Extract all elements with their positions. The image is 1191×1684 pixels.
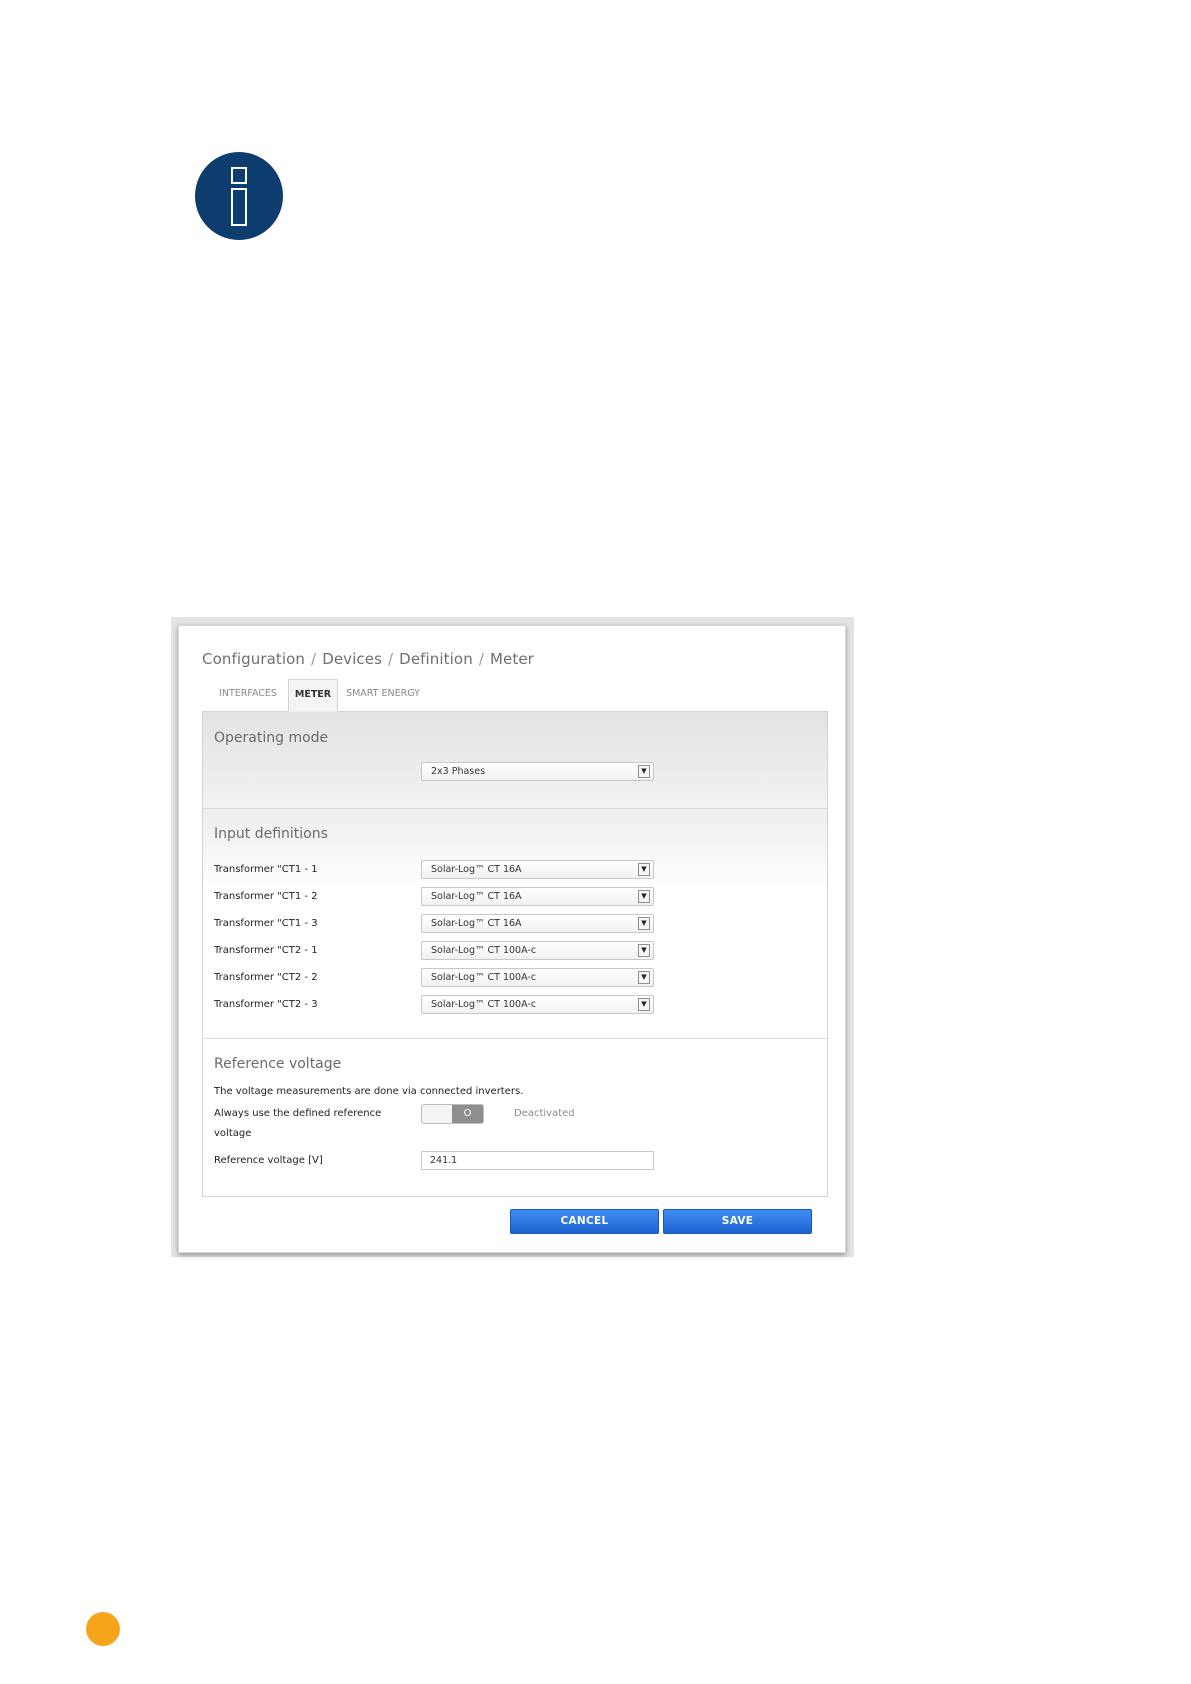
transformer-value: Solar-Log™ CT 16A	[431, 918, 522, 929]
operating-mode-value: 2x3 Phases	[431, 766, 486, 777]
dropdown-arrow-icon: ▼	[638, 998, 650, 1011]
breadcrumb-devices[interactable]: Devices	[322, 650, 382, 668]
transformer-value: Solar-Log™ CT 100A-c	[431, 999, 537, 1010]
cancel-button[interactable]: CANCEL	[510, 1209, 659, 1234]
tab-interfaces[interactable]: INTERFACES	[210, 679, 286, 711]
reference-voltage-section: Reference voltage The voltage measuremen…	[203, 1039, 827, 1196]
toggle-state-label: Deactivated	[514, 1108, 575, 1119]
transformer-select-ct1-3[interactable]: Solar-Log™ CT 16A ▼	[421, 914, 654, 933]
breadcrumb: Configuration / Devices / Definition / Meter	[202, 650, 534, 668]
transformer-select-ct2-3[interactable]: Solar-Log™ CT 100A-c ▼	[421, 995, 654, 1014]
info-icon	[195, 152, 283, 240]
transformer-label-ct1-3: Transformer "CT1 - 3	[214, 918, 318, 929]
transformer-select-ct1-1[interactable]: Solar-Log™ CT 16A ▼	[421, 860, 654, 879]
breadcrumb-definition[interactable]: Definition	[399, 650, 473, 668]
input-definitions-title: Input definitions	[214, 826, 328, 842]
breadcrumb-separator: /	[388, 650, 394, 668]
tab-meter[interactable]: METER	[288, 679, 338, 712]
transformer-label-ct1-2: Transformer "CT1 - 2	[214, 891, 318, 902]
transformer-value: Solar-Log™ CT 16A	[431, 891, 522, 902]
transformer-select-ct2-2[interactable]: Solar-Log™ CT 100A-c ▼	[421, 968, 654, 987]
dropdown-arrow-icon: ▼	[638, 944, 650, 957]
operating-mode-section: Operating mode 2x3 Phases ▼	[203, 712, 827, 809]
transformer-label-ct2-1: Transformer "CT2 - 1	[214, 945, 318, 956]
breadcrumb-separator: /	[478, 650, 484, 668]
transformer-select-ct1-2[interactable]: Solar-Log™ CT 16A ▼	[421, 887, 654, 906]
always-use-toggle[interactable]: O	[421, 1104, 484, 1124]
page-marker-dot	[86, 1612, 120, 1646]
tab-bar: INTERFACES METER SMART ENERGY	[202, 679, 826, 712]
dropdown-arrow-icon: ▼	[638, 765, 650, 778]
transformer-label-ct1-1: Transformer "CT1 - 1	[214, 864, 318, 875]
transformer-value: Solar-Log™ CT 16A	[431, 864, 522, 875]
transformer-value: Solar-Log™ CT 100A-c	[431, 945, 537, 956]
transformer-select-ct2-1[interactable]: Solar-Log™ CT 100A-c ▼	[421, 941, 654, 960]
reference-voltage-input[interactable]: 241.1	[421, 1151, 654, 1170]
info-icon-stem	[231, 188, 247, 226]
dropdown-arrow-icon: ▼	[638, 863, 650, 876]
reference-voltage-label: Reference voltage [V]	[214, 1155, 323, 1166]
breadcrumb-meter: Meter	[489, 650, 534, 668]
always-use-label: Always use the defined reference	[214, 1108, 382, 1119]
reference-voltage-note: The voltage measurements are done via co…	[214, 1086, 524, 1097]
screenshot-frame: Configuration / Devices / Definition / Meter I…	[171, 617, 854, 1257]
operating-mode-select[interactable]: 2x3 Phases ▼	[421, 762, 654, 781]
always-use-label-cont: voltage	[214, 1128, 252, 1139]
reference-voltage-title: Reference voltage	[214, 1056, 342, 1072]
transformer-label-ct2-2: Transformer "CT2 - 2	[214, 972, 318, 983]
transformer-value: Solar-Log™ CT 100A-c	[431, 972, 537, 983]
dropdown-arrow-icon: ▼	[638, 971, 650, 984]
dropdown-arrow-icon: ▼	[638, 917, 650, 930]
breadcrumb-separator: /	[311, 650, 317, 668]
tab-smart-energy[interactable]: SMART ENERGY	[342, 679, 424, 711]
toggle-off-icon: O	[452, 1105, 483, 1123]
input-definitions-section: Input definitions Transformer "CT1 - 1 S…	[203, 809, 827, 1039]
operating-mode-title: Operating mode	[214, 730, 329, 746]
meter-config-window: Configuration / Devices / Definition / Meter I…	[178, 625, 846, 1253]
save-button[interactable]: SAVE	[663, 1209, 812, 1234]
dropdown-arrow-icon: ▼	[638, 890, 650, 903]
breadcrumb-configuration[interactable]: Configuration	[202, 650, 305, 668]
transformer-label-ct2-3: Transformer "CT2 - 3	[214, 999, 318, 1010]
settings-panel: Operating mode 2x3 Phases ▼ Input defini…	[202, 711, 828, 1197]
info-icon-dot	[231, 167, 247, 184]
